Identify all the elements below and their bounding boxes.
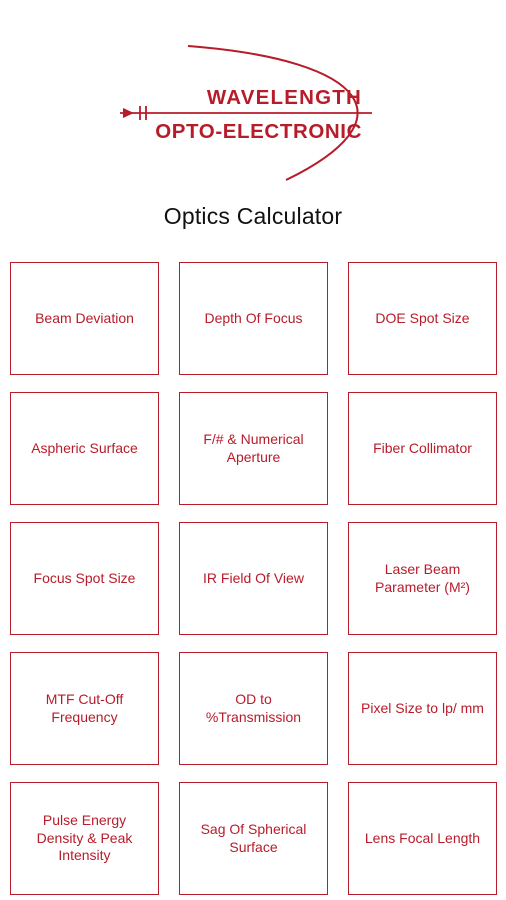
tile-label: Lens Focal Length bbox=[364, 829, 481, 846]
tile-label: Aspheric Surface bbox=[31, 439, 138, 456]
tile-beam-deviation[interactable]: Beam Deviation bbox=[10, 262, 159, 375]
tile-label: Pulse Energy Density & Peak Intensity bbox=[36, 812, 133, 864]
tile-label: F/# & Numerical Aperture bbox=[203, 431, 304, 465]
tile-label: Beam Deviation bbox=[35, 309, 134, 326]
tile-label: Depth Of Focus bbox=[204, 309, 303, 326]
logo-text-opto-electronic: OPTO-ELECTRONIC bbox=[155, 120, 362, 143]
tile-sag-of-spherical-surface[interactable]: Sag Of Spherical Surface bbox=[179, 782, 328, 895]
tile-laser-beam-parameter[interactable]: Laser Beam Parameter (M²) bbox=[348, 522, 497, 635]
tile-ir-field-of-view[interactable]: IR Field Of View bbox=[179, 522, 328, 635]
tile-label: Fiber Collimator bbox=[373, 439, 472, 456]
page-title: Optics Calculator bbox=[163, 203, 343, 229]
tile-label: OD to %Transmission bbox=[205, 691, 302, 725]
logo-graphic: WAVELENGTH OPTO-ELECTRONIC bbox=[120, 45, 372, 181]
tile-label: IR Field Of View bbox=[203, 569, 304, 586]
tile-label: Sag Of Spherical Surface bbox=[200, 821, 307, 855]
tile-mtf-cutoff-frequency[interactable]: MTF Cut-Off Frequency bbox=[10, 652, 159, 765]
tile-focus-spot-size[interactable]: Focus Spot Size bbox=[10, 522, 159, 635]
logo-text-wavelength: WAVELENGTH bbox=[207, 86, 362, 109]
calculator-grid: Beam Deviation Depth Of Focus DOE Spot S… bbox=[10, 262, 498, 895]
tile-pulse-energy-density[interactable]: Pulse Energy Density & Peak Intensity bbox=[10, 782, 159, 895]
tile-label: MTF Cut-Off Frequency bbox=[45, 691, 124, 725]
tile-label: Laser Beam Parameter (M²) bbox=[375, 561, 470, 595]
company-logo: WAVELENGTH OPTO-ELECTRONIC bbox=[110, 40, 400, 185]
tile-od-to-transmission[interactable]: OD to %Transmission bbox=[179, 652, 328, 765]
tile-aspheric-surface[interactable]: Aspheric Surface bbox=[10, 392, 159, 505]
tile-label: DOE Spot Size bbox=[375, 309, 470, 326]
tile-lens-focal-length[interactable]: Lens Focal Length bbox=[348, 782, 497, 895]
tile-label: Focus Spot Size bbox=[33, 569, 136, 586]
tile-fiber-collimator[interactable]: Fiber Collimator bbox=[348, 392, 497, 505]
tile-label: Pixel Size to lp/ mm bbox=[361, 699, 484, 716]
tile-doe-spot-size[interactable]: DOE Spot Size bbox=[348, 262, 497, 375]
tile-f-number-numerical-aperture[interactable]: F/# & Numerical Aperture bbox=[179, 392, 328, 505]
tile-depth-of-focus[interactable]: Depth Of Focus bbox=[179, 262, 328, 375]
tile-pixel-size-to-lp-mm[interactable]: Pixel Size to lp/ mm bbox=[348, 652, 497, 765]
